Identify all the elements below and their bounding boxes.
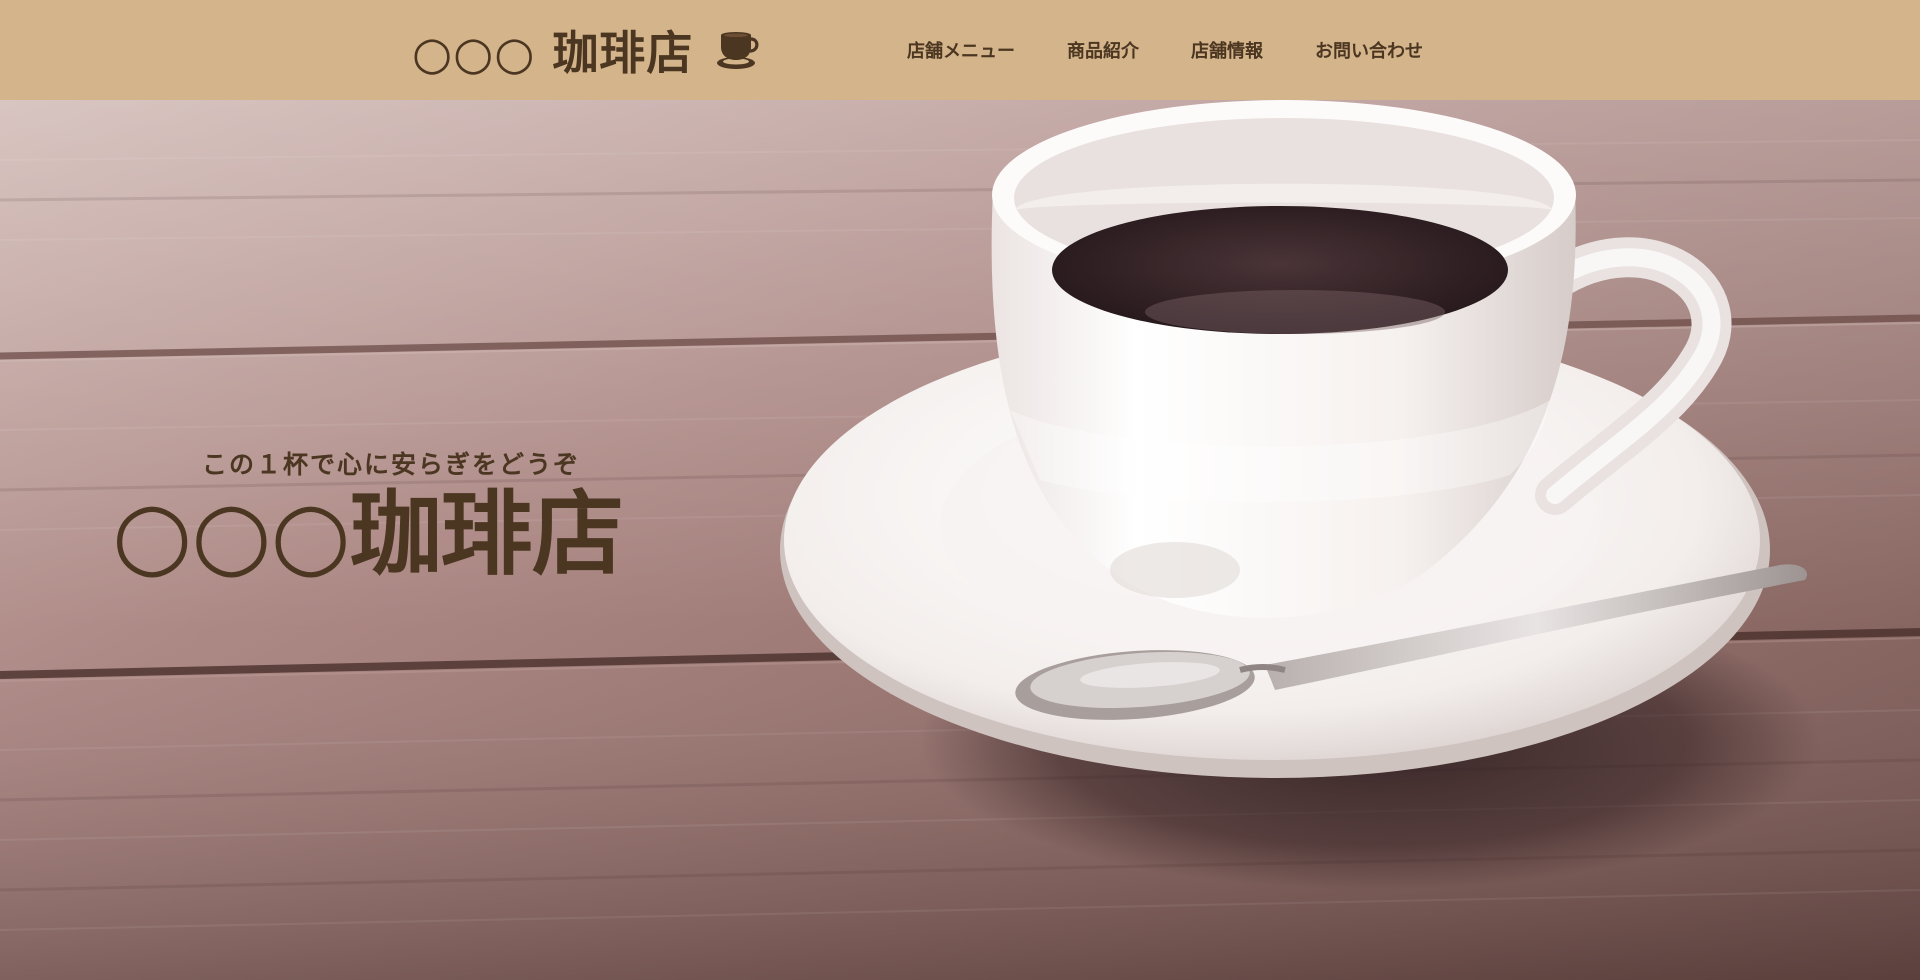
nav-item-store-info[interactable]: 店舗情報 [1191, 37, 1263, 63]
site-header: ○○○ 珈琲店 店舗メニュー 商品紹介 店舗情報 お問い合わせ [0, 0, 1920, 100]
hero-title: ○○○珈琲店 [112, 481, 624, 588]
logo-link[interactable]: ○○○ 珈琲店 [412, 22, 761, 80]
nav-item-contact[interactable]: お問い合わせ [1315, 37, 1423, 63]
logo-text: ○○○ 珈琲店 [412, 26, 694, 80]
nav-item-store-menu[interactable]: 店舗メニュー [907, 37, 1015, 63]
nav-item-products[interactable]: 商品紹介 [1067, 37, 1139, 63]
hero-copy: この１杯で心に安らぎをどうぞ ○○○珈琲店 [112, 445, 732, 587]
hero-section: この１杯で心に安らぎをどうぞ ○○○珈琲店 [0, 100, 1920, 980]
main-nav: 店舗メニュー 商品紹介 店舗情報 お問い合わせ [907, 0, 1423, 100]
page: ○○○ 珈琲店 店舗メニュー 商品紹介 店舗情報 お問い合わせ この１杯で心に安… [0, 0, 1920, 980]
hero-tagline: この１杯で心に安らぎをどうぞ [202, 450, 581, 479]
coffee-cup-icon [717, 32, 759, 69]
